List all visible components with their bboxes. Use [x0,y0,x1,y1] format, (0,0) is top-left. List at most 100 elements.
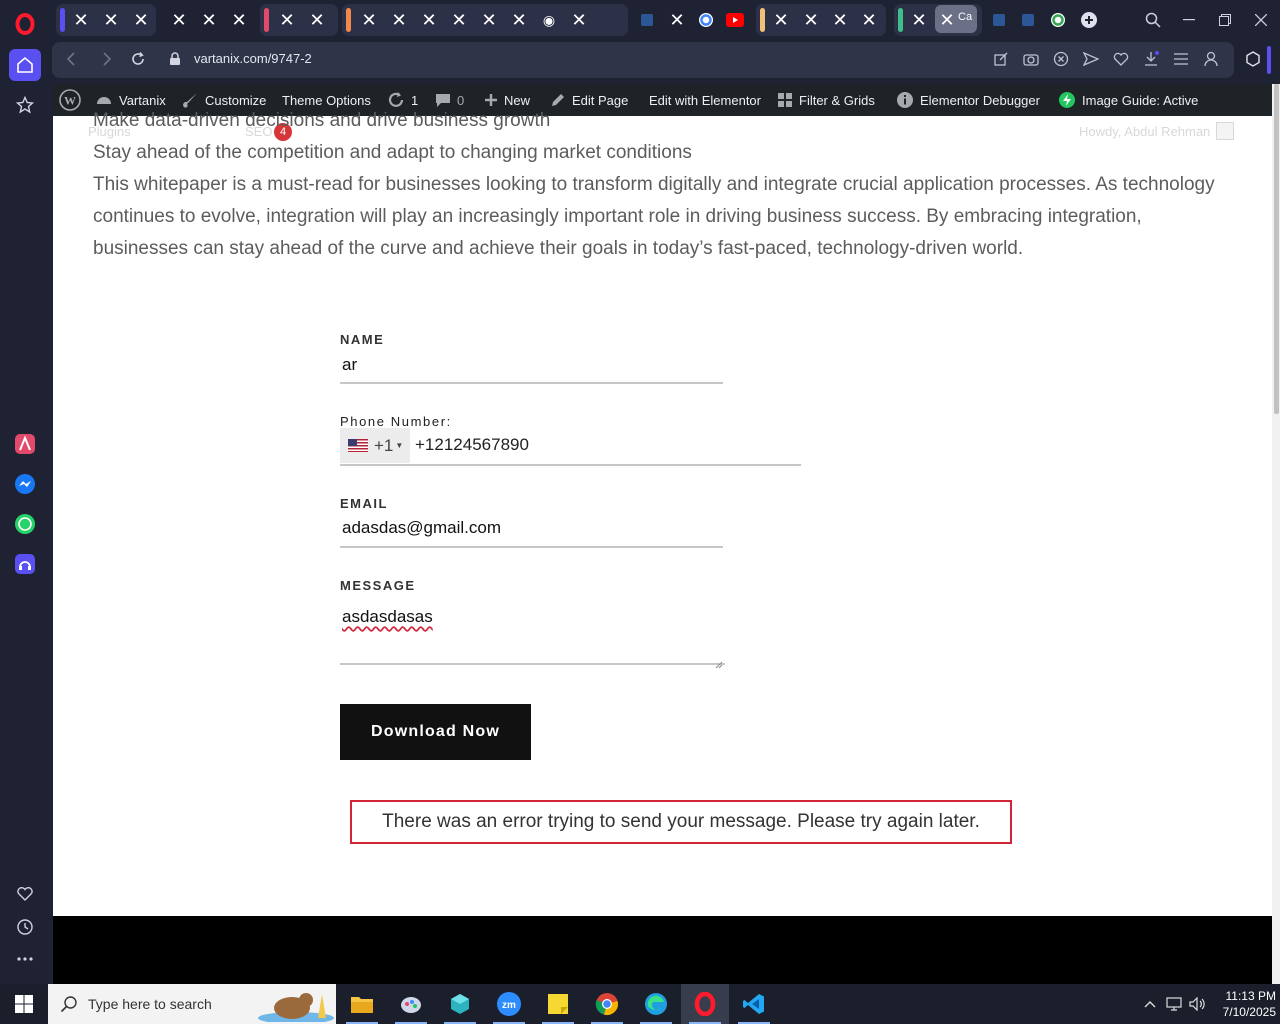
email-input[interactable]: adasdas@gmail.com [342,518,501,538]
image-guide-item[interactable]: Image Guide: Active [1058,84,1198,116]
tab-x-icon[interactable]: ✕ [666,9,688,31]
download-icon[interactable] [1142,50,1160,68]
avatar [1216,122,1234,140]
address-row: vartanix.com/9747-2 [52,40,1280,82]
tab-x-icon[interactable]: ✕ [800,9,822,31]
tab-x-icon[interactable]: ✕ [478,9,500,31]
paint-app-icon[interactable] [387,984,435,1024]
filter-grids-item[interactable]: Filter & Grids [777,84,875,116]
favorite-icon[interactable] [1112,50,1130,68]
resize-handle-icon[interactable] [715,656,723,669]
volume-icon[interactable] [1189,995,1207,1013]
send-icon[interactable] [1082,50,1100,68]
more-options-icon[interactable] [9,943,41,975]
network-icon[interactable] [1165,995,1183,1013]
tab-x-icon[interactable]: ✕ [276,9,298,31]
tab-group-color-bar [264,8,269,32]
name-input[interactable]: ar [342,355,357,375]
windows-start-icon[interactable] [0,984,48,1024]
taskbar-search-box[interactable]: Type here to search [48,984,336,1024]
tab-doc-icon[interactable] [988,9,1010,31]
music-player-icon[interactable] [9,548,41,580]
grid-icon [778,93,792,107]
sticky-notes-icon[interactable] [534,984,582,1024]
tab-x-icon[interactable]: ✕ [936,9,958,31]
edit-page-item[interactable]: Edit Page [550,84,628,116]
zoom-app-icon[interactable]: zm [485,984,533,1024]
tab-youtube-icon[interactable] [724,9,746,31]
tab-globe-icon[interactable]: ◉ [538,9,560,31]
history-icon[interactable] [9,911,41,943]
easy-setup-icon[interactable] [1172,50,1190,68]
close-window-icon[interactable] [1249,8,1273,32]
edit-elementor-item[interactable]: Edit with Elementor [649,84,761,116]
tab-x-icon[interactable]: ✕ [858,9,880,31]
edge-icon[interactable] [632,984,680,1024]
tab-x-icon[interactable]: ✕ [130,9,152,31]
aria-icon[interactable] [9,428,41,460]
home-icon[interactable] [9,49,41,81]
tab-doc-icon[interactable] [636,9,658,31]
opera-taskbar-icon[interactable] [681,984,729,1024]
tab-group-color-bar [898,8,903,32]
reload-icon[interactable] [129,50,147,68]
tab-x-icon[interactable]: ✕ [508,9,530,31]
heart-icon[interactable] [9,878,41,910]
email-underline [340,546,723,548]
edit-page-icon[interactable] [992,50,1010,68]
tab-x-icon[interactable]: ✕ [568,9,590,31]
messenger-icon[interactable] [9,468,41,500]
ad-block-icon[interactable] [1052,50,1070,68]
whatsapp-icon[interactable] [9,508,41,540]
file-explorer-icon[interactable] [338,984,386,1024]
chrome-icon[interactable] [583,984,631,1024]
scrollbar-thumb[interactable] [1274,84,1279,414]
forward-icon[interactable] [98,50,116,68]
back-icon[interactable] [62,50,80,68]
profile-icon[interactable] [1202,50,1220,68]
edit-page-label: Edit Page [572,92,629,108]
phone-input[interactable]: +12124567890 [415,435,529,455]
tab-x-icon[interactable]: ✕ [418,9,440,31]
cube-app-icon[interactable] [436,984,484,1024]
download-now-button[interactable]: Download Now [340,704,531,760]
page-scrollbar[interactable] [1272,84,1280,984]
chevron-up-icon[interactable] [1141,995,1159,1013]
page-viewport: Plugins SEO 4 Howdy, Abdul Rehman W Vart… [53,84,1272,984]
tab-x-icon[interactable]: ✕ [306,9,328,31]
message-textarea[interactable]: asdasdasas [342,607,433,627]
tab-x-icon[interactable]: ✕ [358,9,380,31]
extensions-icon[interactable] [1244,50,1262,68]
tab-x-icon[interactable]: ✕ [70,9,92,31]
tab-doc-icon[interactable] [1017,9,1039,31]
tab-search-icon[interactable] [1141,8,1165,32]
country-code-select[interactable]: +1 ▼ [340,428,410,463]
taskbar-clock[interactable]: 11:13 PM 7/10/2025 [1206,988,1276,1020]
tab-x-icon[interactable]: ✕ [198,9,220,31]
tab-x-icon[interactable]: ✕ [388,9,410,31]
tab-x-icon[interactable]: ✕ [100,9,122,31]
lock-icon[interactable] [166,50,184,68]
restore-icon[interactable] [1213,8,1237,32]
howdy-text: Howdy, Abdul Rehman [1079,124,1211,139]
url-text[interactable]: vartanix.com/9747-2 [194,51,312,66]
tab-x-icon[interactable]: ✕ [770,9,792,31]
minimize-icon[interactable] [1177,8,1201,32]
camera-icon[interactable] [1022,50,1040,68]
new-tab-icon[interactable] [1078,9,1100,31]
tab-x-icon[interactable]: ✕ [168,9,190,31]
wordpress-logo-icon[interactable]: W [59,84,81,116]
tab-x-icon[interactable]: ✕ [448,9,470,31]
tab-group-color-bar [346,8,351,32]
tab-x-icon[interactable]: ✕ [908,9,930,31]
tab-x-icon[interactable]: ✕ [228,9,250,31]
phone-underline [340,464,801,466]
elementor-debugger-item[interactable]: Elementor Debugger [896,84,1040,116]
vscode-icon[interactable] [730,984,778,1024]
tab-google-icon[interactable] [1047,9,1069,31]
name-label: NAME [340,332,385,347]
star-icon[interactable] [9,89,41,121]
tab-x-icon[interactable]: ✕ [829,9,851,31]
tab-google-icon[interactable] [695,9,717,31]
opera-logo-icon[interactable] [9,8,41,40]
